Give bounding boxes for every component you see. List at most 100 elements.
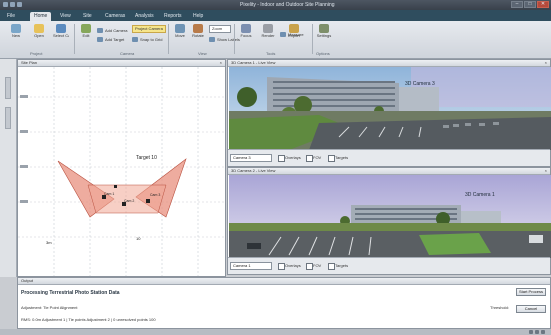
new-icon — [11, 24, 21, 33]
render-icon — [263, 24, 273, 33]
site-plan-panel: Site Plan × Target 10 Cam 1 Cam 2 Cam 3 3… — [17, 59, 226, 277]
tab-reports[interactable]: Reports — [160, 12, 186, 21]
status-adjustment: Adjustment: Tie Point Alignment — [21, 305, 78, 310]
start-process-button[interactable]: Start Process — [516, 288, 546, 296]
group-label-options: Options — [316, 51, 330, 56]
camera-view-1: 3D Camera 1 - Live View × 3D Camera 3 Ca… — [227, 59, 551, 167]
move-button[interactable]: Move — [172, 24, 188, 44]
save-icon[interactable] — [3, 2, 8, 7]
overlays-checkbox-1[interactable]: Overlays — [278, 155, 301, 162]
camera-view-1-controls: Camera 3 Overlays FOV Targets — [228, 149, 550, 166]
group-label-view: View — [198, 51, 207, 56]
rotate-icon — [193, 24, 203, 33]
output-panel-header: Output — [18, 278, 550, 285]
select-camera-button[interactable]: Select Camera — [53, 24, 69, 44]
clock-icon[interactable] — [541, 330, 545, 334]
camera-image-2[interactable]: 3D Camera 1 — [229, 175, 551, 258]
export-button[interactable]: Export — [286, 24, 302, 44]
side-panel-tabs — [0, 59, 17, 277]
tab-file[interactable]: File — [3, 12, 19, 21]
volume-icon[interactable] — [535, 330, 539, 334]
camera-marker — [114, 185, 117, 188]
window-title: Pixelity - Indoor and Outdoor Site Plann… — [240, 2, 335, 8]
camera-label: Cam 1 — [104, 192, 114, 196]
tab-cameras[interactable]: Cameras — [101, 12, 129, 21]
edit-icon — [81, 24, 91, 33]
camera-label: Cam 3 — [150, 193, 160, 197]
focus-button[interactable]: Focus — [238, 24, 254, 44]
quick-access-toolbar[interactable] — [3, 2, 22, 7]
marker-label: 10 — [136, 236, 141, 241]
folder-icon — [34, 24, 44, 33]
camera-select-1[interactable]: Camera 3 — [230, 154, 272, 162]
camera-view-1-header: 3D Camera 1 - Live View × — [228, 60, 550, 67]
group-label-project: Project — [30, 51, 43, 56]
camera-overlay-label: 3D Camera 1 — [465, 192, 495, 198]
show-labels-item[interactable]: Show Labels — [209, 36, 240, 43]
close-icon[interactable]: × — [545, 168, 547, 174]
group-separator — [234, 24, 235, 54]
window-controls: – □ ✕ — [511, 1, 549, 8]
close-icon[interactable]: × — [545, 60, 547, 66]
group-label-tools: Tools — [266, 51, 276, 56]
gear-icon — [319, 24, 329, 33]
tab-site[interactable]: Site — [79, 12, 96, 21]
targets-checkbox-1[interactable]: Targets — [328, 155, 348, 162]
ribbon-tab-row: File Home View Site Cameras Analysis Rep… — [0, 10, 551, 21]
camera-image-1[interactable]: 3D Camera 3 — [229, 67, 551, 150]
camera-select-2[interactable]: Camera 1 — [230, 262, 272, 270]
camera-view-2-header: 3D Camera 2 - Live View × — [228, 168, 550, 175]
output-panel: Output Processing Terrestrial Photo Stat… — [17, 277, 551, 329]
camera-overlay-label: 3D Camera 3 — [405, 81, 435, 87]
group-separator — [74, 24, 75, 54]
tab-home[interactable]: Home — [30, 12, 52, 21]
add-camera-item[interactable]: Add Camera — [97, 27, 127, 34]
side-tab-layers[interactable] — [5, 77, 11, 99]
settings-button[interactable]: Settings — [316, 24, 332, 44]
maximize-button[interactable]: □ — [524, 1, 536, 8]
tab-analysis[interactable]: Analysis — [131, 12, 158, 21]
camera-icon — [56, 24, 66, 33]
open-button[interactable]: Open — [31, 24, 47, 44]
redo-icon[interactable] — [17, 2, 22, 7]
fov-checkbox-2[interactable]: FOV — [306, 263, 321, 270]
undo-icon[interactable] — [10, 2, 15, 7]
threshold-label: Threshold: — [490, 305, 509, 310]
cancel-button[interactable]: Cancel — [516, 305, 546, 313]
group-separator — [168, 24, 169, 54]
camera-view-2: 3D Camera 2 - Live View × 3D Camera 1 Ca… — [227, 167, 551, 275]
network-icon[interactable] — [529, 330, 533, 334]
overlays-checkbox-2[interactable]: Overlays — [278, 263, 301, 270]
group-label-camera: Camera — [120, 51, 135, 56]
site-plan-canvas[interactable]: Target 10 Cam 1 Cam 2 Cam 3 3m 10 — [18, 67, 225, 276]
tab-view[interactable]: View — [56, 12, 75, 21]
minimize-button[interactable]: – — [511, 1, 523, 8]
side-tab-properties[interactable] — [5, 107, 11, 129]
add-target-item[interactable]: Add Target — [97, 36, 124, 43]
edit-button[interactable]: Edit — [78, 24, 94, 44]
camera-label: Cam 2 — [124, 199, 134, 203]
close-icon[interactable]: × — [220, 60, 222, 66]
group-separator — [312, 24, 313, 54]
new-button[interactable]: New — [8, 24, 24, 44]
target-label: Target 10 — [136, 155, 157, 161]
fov-checkbox-1[interactable]: FOV — [306, 155, 321, 162]
export-icon — [289, 24, 299, 33]
close-button[interactable]: ✕ — [537, 1, 549, 8]
project-camera-select[interactable]: Project Camera — [132, 25, 166, 33]
zoom-level-select[interactable]: Zoom — [209, 25, 231, 33]
camera-marker — [146, 199, 150, 203]
scale-label: 3m — [46, 240, 52, 245]
camera-view-2-controls: Camera 1 Overlays FOV Targets — [228, 257, 550, 274]
render-button[interactable]: Render — [260, 24, 276, 44]
tab-help[interactable]: Help — [189, 12, 207, 21]
site-plan-header: Site Plan × — [18, 60, 225, 67]
status-heading: Processing Terrestrial Photo Station Dat… — [21, 290, 120, 296]
system-tray — [529, 330, 545, 334]
move-icon — [175, 24, 185, 33]
rotate-button[interactable]: Rotate — [190, 24, 206, 44]
targets-checkbox-2[interactable]: Targets — [328, 263, 348, 270]
ribbon: New Open Select Camera Edit Add Camera A… — [0, 21, 551, 59]
snap-to-grid-item[interactable]: Snap to Grid — [132, 36, 162, 43]
taskbar — [0, 329, 551, 335]
